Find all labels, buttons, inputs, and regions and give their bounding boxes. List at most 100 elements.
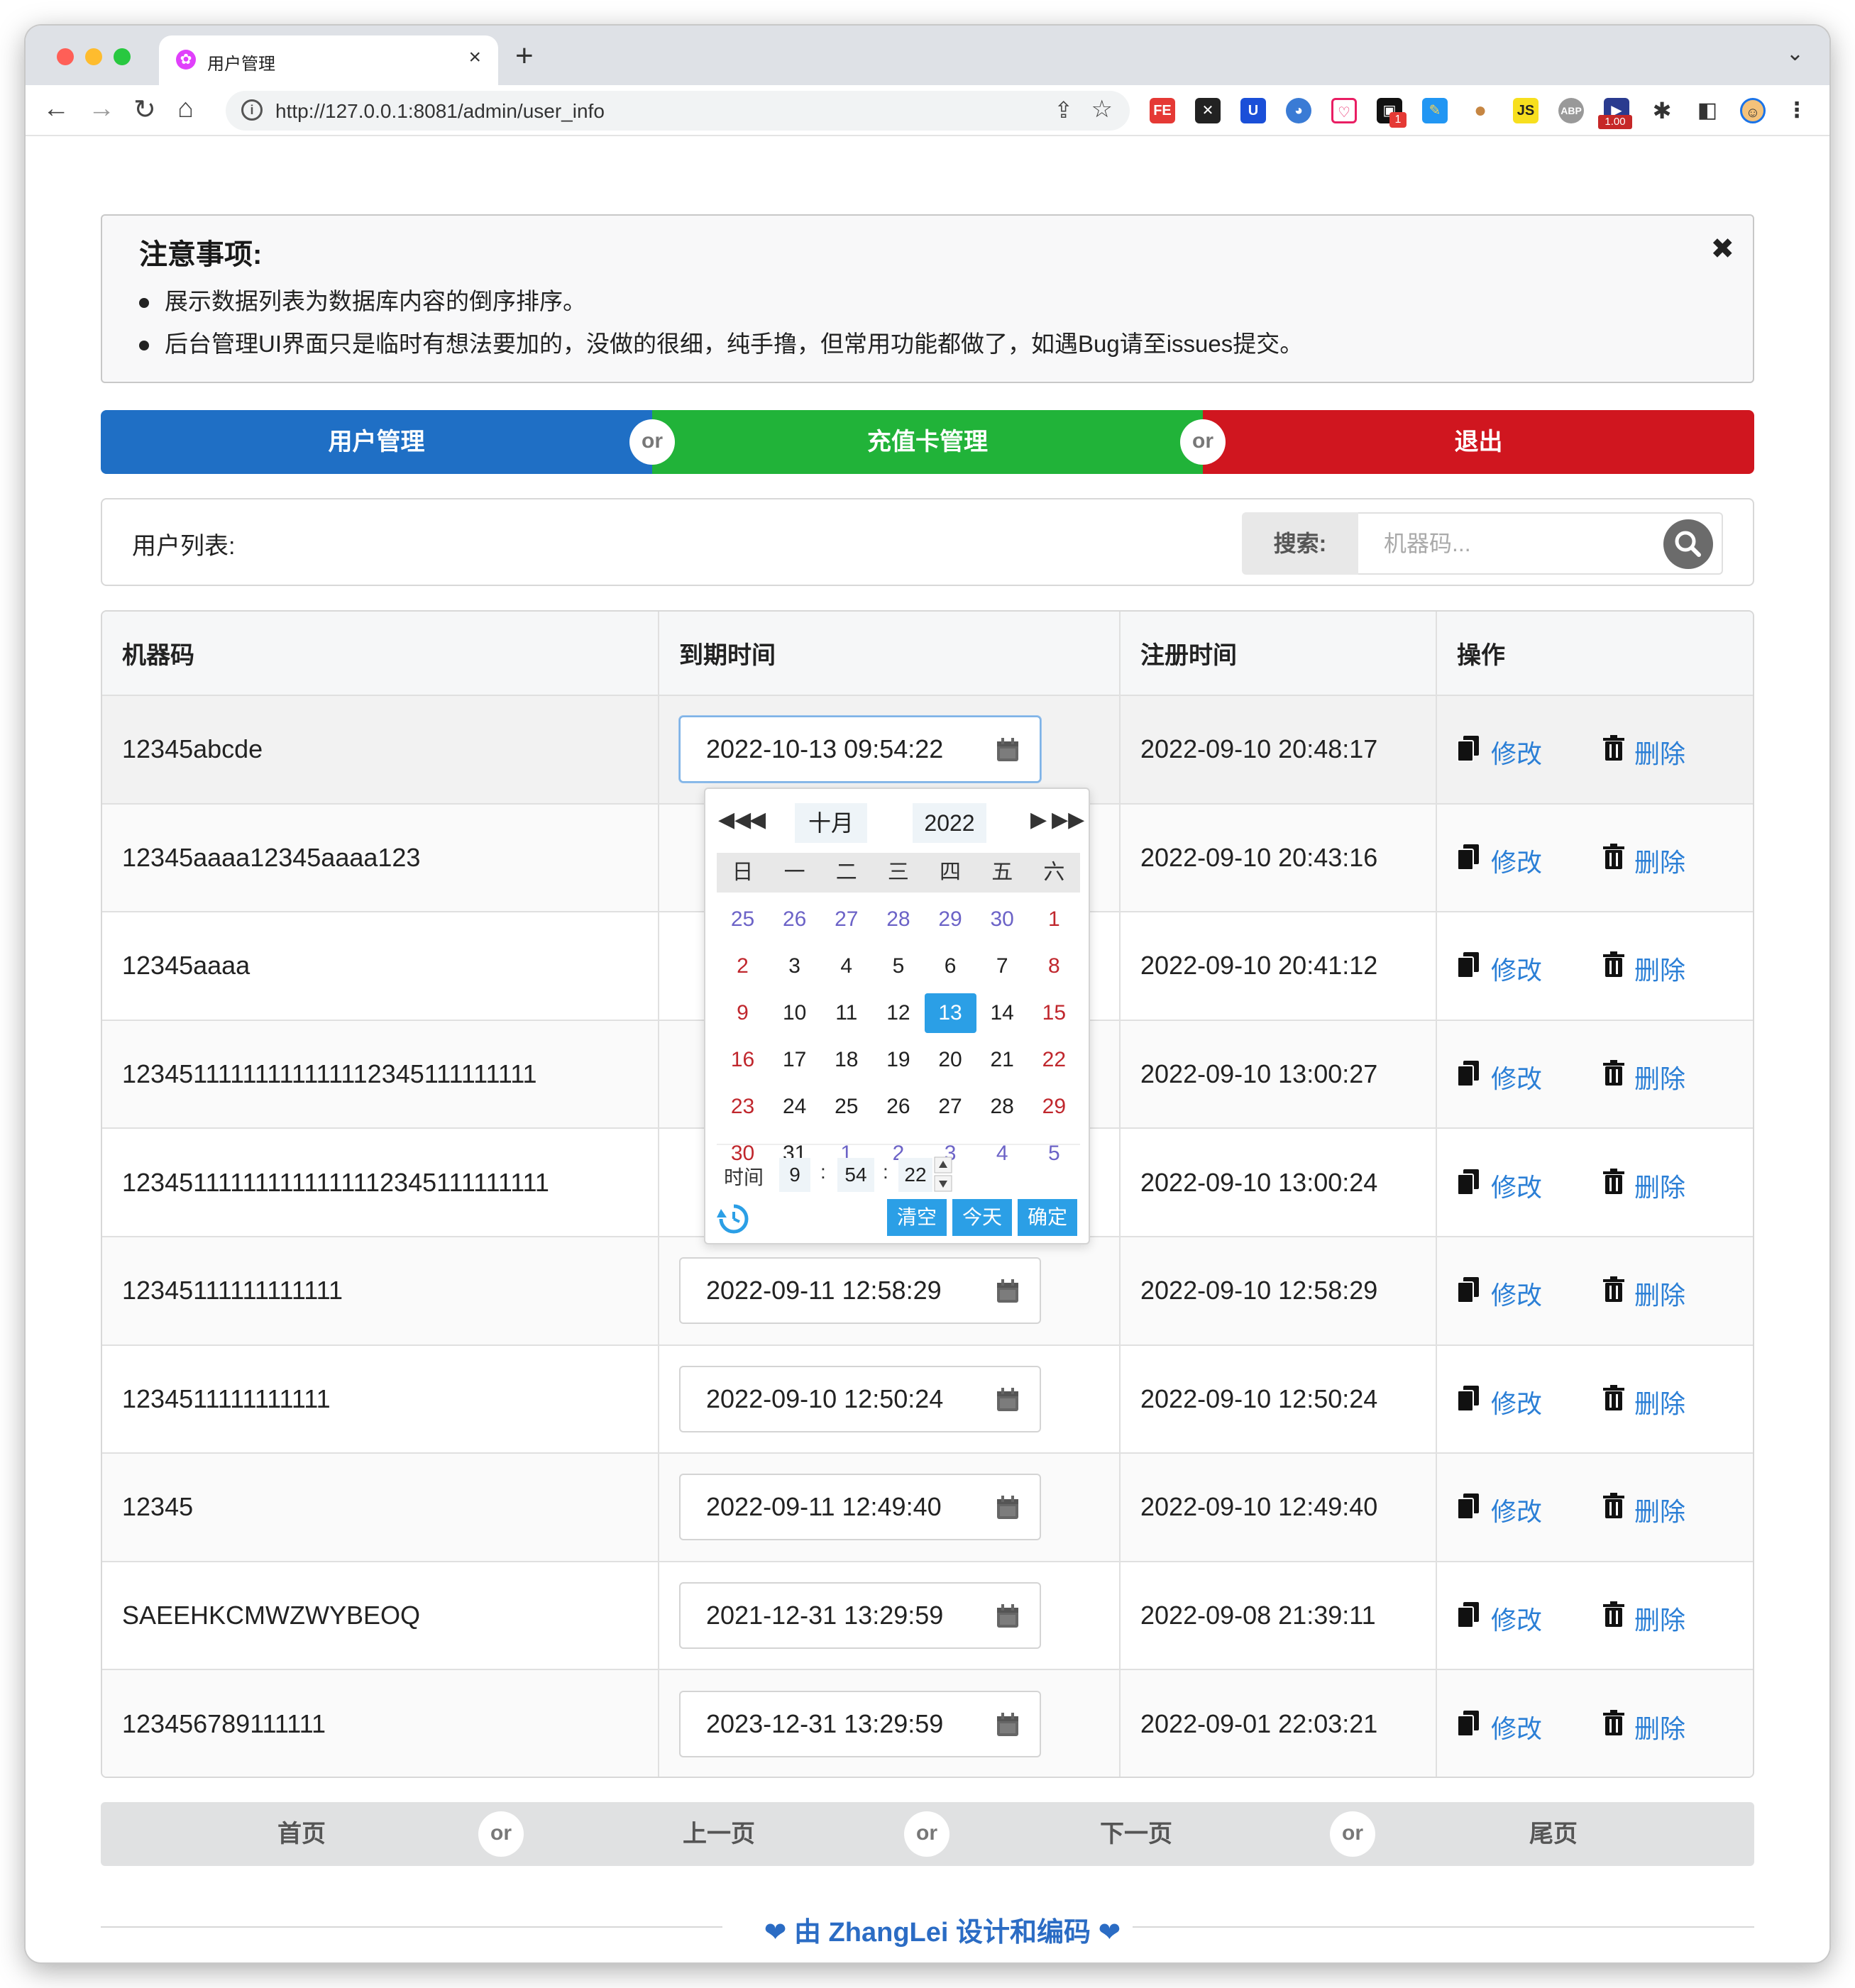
puzzle-extensions-icon[interactable]: ✱ — [1649, 98, 1675, 123]
calendar-day[interactable]: 30 — [976, 900, 1028, 939]
calendar-day[interactable]: 16 — [717, 1040, 769, 1080]
calendar-day[interactable]: 13 — [924, 993, 976, 1033]
reload-icon[interactable]: ↻ — [133, 94, 156, 126]
calendar-day[interactable]: 6 — [925, 946, 976, 986]
calendar-day[interactable]: 15 — [1028, 993, 1080, 1033]
browser-tab[interactable]: ✿ 用户管理 × — [159, 35, 498, 85]
column-header-register[interactable]: 注册时间 — [1120, 612, 1437, 696]
today-button[interactable]: 今天 — [952, 1199, 1012, 1236]
calendar-day[interactable]: 27 — [820, 900, 872, 939]
calendar-icon[interactable] — [996, 1387, 1020, 1413]
calendar-day[interactable]: 27 — [925, 1087, 976, 1127]
delete-button[interactable]: 删除 — [1634, 1059, 1685, 1095]
calendar-day[interactable]: 29 — [925, 900, 976, 939]
delete-button[interactable]: 删除 — [1634, 842, 1685, 879]
refresh-clock-icon[interactable] — [717, 1202, 751, 1236]
calendar-day[interactable]: 24 — [769, 1087, 820, 1127]
delete-button[interactable]: 删除 — [1634, 1275, 1685, 1312]
globe-extension-icon[interactable]: ◕ — [1286, 98, 1311, 123]
edit-button[interactable]: 修改 — [1491, 1708, 1542, 1745]
side-panel-icon[interactable]: ◧ — [1695, 98, 1720, 123]
column-header-expire[interactable]: 到期时间 — [659, 612, 1121, 696]
minute-input[interactable]: 54 — [837, 1158, 874, 1192]
share-icon[interactable]: ⇪ — [1054, 96, 1073, 123]
calendar-day[interactable]: 10 — [769, 993, 820, 1033]
calendar-day[interactable]: 21 — [976, 1040, 1028, 1080]
calendar-day[interactable]: 26 — [872, 1087, 924, 1127]
calendar-icon[interactable] — [996, 737, 1020, 763]
profile-avatar[interactable]: ☺ — [1740, 98, 1766, 123]
calendar-day[interactable]: 23 — [717, 1087, 769, 1127]
edit-button[interactable]: 修改 — [1491, 1059, 1542, 1095]
pocket-extension-icon[interactable]: ♡ — [1331, 98, 1357, 123]
calendar-day[interactable]: 29 — [1028, 1087, 1080, 1127]
edit-button[interactable]: 修改 — [1491, 734, 1542, 771]
edit-button[interactable]: 修改 — [1491, 1491, 1542, 1528]
calendar-day[interactable]: 3 — [769, 946, 820, 986]
confirm-button[interactable]: 确定 — [1018, 1199, 1077, 1236]
calendar-day[interactable]: 25 — [820, 1087, 872, 1127]
delete-button[interactable]: 删除 — [1634, 950, 1685, 987]
new-tab-button[interactable]: + — [515, 38, 534, 74]
back-arrow-icon[interactable]: ← — [43, 94, 70, 124]
next-year-icon[interactable]: ▶▶ — [1052, 807, 1084, 832]
delete-button[interactable]: 删除 — [1634, 1708, 1685, 1745]
calendar-day[interactable]: 28 — [872, 900, 924, 939]
calendar-day[interactable]: 19 — [872, 1040, 924, 1080]
delete-button[interactable]: 删除 — [1634, 1600, 1685, 1637]
bookmark-star-icon[interactable]: ☆ — [1091, 95, 1113, 123]
close-icon[interactable]: ✖ — [1710, 233, 1734, 265]
minimize-window-button[interactable] — [85, 48, 102, 65]
address-bar[interactable]: i http://127.0.0.1:8081/admin/user_info … — [226, 91, 1130, 131]
calendar-day[interactable]: 5 — [872, 946, 924, 986]
shield-extension-icon[interactable]: U — [1240, 98, 1266, 123]
edit-button[interactable]: 修改 — [1491, 1384, 1542, 1420]
expire-date-input[interactable]: 2022-09-11 12:49:40 — [679, 1474, 1041, 1541]
expire-date-input[interactable]: 2022-09-11 12:58:29 — [679, 1257, 1041, 1325]
calendar-day[interactable]: 22 — [1028, 1040, 1080, 1080]
year-selector[interactable]: 2022 — [913, 803, 986, 843]
close-window-button[interactable] — [57, 48, 74, 65]
calendar-icon[interactable] — [996, 1279, 1020, 1304]
expire-date-input[interactable]: 2022-09-10 12:50:24 — [679, 1365, 1041, 1432]
user-management-button[interactable]: 用户管理 — [101, 410, 652, 474]
card-management-button[interactable]: 充值卡管理 — [652, 410, 1203, 474]
first-page-button[interactable]: 首页 — [101, 1802, 502, 1866]
delete-button[interactable]: 删除 — [1634, 1167, 1685, 1204]
expire-date-input[interactable]: 2023-12-31 13:29:59 — [679, 1691, 1041, 1758]
column-header-actions[interactable]: 操作 — [1436, 612, 1753, 696]
abp-extension-icon[interactable]: ABP — [1558, 98, 1584, 123]
calendar-day[interactable]: 4 — [976, 1134, 1028, 1174]
next-page-button[interactable]: 下一页 — [935, 1802, 1337, 1866]
logout-button[interactable]: 退出 — [1203, 410, 1754, 474]
next-month-icon[interactable]: ▶ — [1030, 807, 1047, 832]
x-extension-icon[interactable]: ✕ — [1195, 98, 1221, 123]
calendar-day[interactable]: 25 — [717, 900, 769, 939]
calendar-day[interactable]: 5 — [1028, 1134, 1080, 1174]
calendar-day[interactable]: 26 — [769, 900, 820, 939]
edit-button[interactable]: 修改 — [1491, 1275, 1542, 1312]
home-icon[interactable]: ⌂ — [177, 94, 194, 124]
delete-button[interactable]: 删除 — [1634, 734, 1685, 771]
column-header-machine[interactable]: 机器码 — [102, 612, 659, 696]
expire-date-input[interactable]: 2021-12-31 13:29:59 — [679, 1582, 1041, 1650]
fe-extension-icon[interactable]: FE — [1150, 98, 1175, 123]
forward-arrow-icon[interactable]: → — [88, 94, 115, 124]
delete-button[interactable]: 删除 — [1634, 1384, 1685, 1420]
delete-button[interactable]: 删除 — [1634, 1491, 1685, 1528]
url-text[interactable]: http://127.0.0.1:8081/admin/user_info — [275, 100, 605, 123]
clear-button[interactable]: 清空 — [887, 1199, 947, 1236]
edit-button[interactable]: 修改 — [1491, 950, 1542, 987]
calendar-day[interactable]: 20 — [925, 1040, 976, 1080]
cookie-extension-icon[interactable]: ● — [1468, 98, 1493, 123]
calendar-day[interactable]: 18 — [820, 1040, 872, 1080]
calendar-day[interactable]: 9 — [717, 993, 769, 1033]
info-icon[interactable]: i — [241, 99, 263, 121]
chevron-down-icon[interactable]: ⌄ — [1786, 41, 1804, 66]
edit-button[interactable]: 修改 — [1491, 1600, 1542, 1637]
last-page-button[interactable]: 尾页 — [1353, 1802, 1754, 1866]
prev-year-icon[interactable]: ◀◀ — [718, 807, 751, 832]
calendar-day[interactable]: 28 — [976, 1087, 1028, 1127]
month-selector[interactable]: 十月 — [795, 803, 867, 843]
tab-close-icon[interactable]: × — [468, 45, 481, 70]
